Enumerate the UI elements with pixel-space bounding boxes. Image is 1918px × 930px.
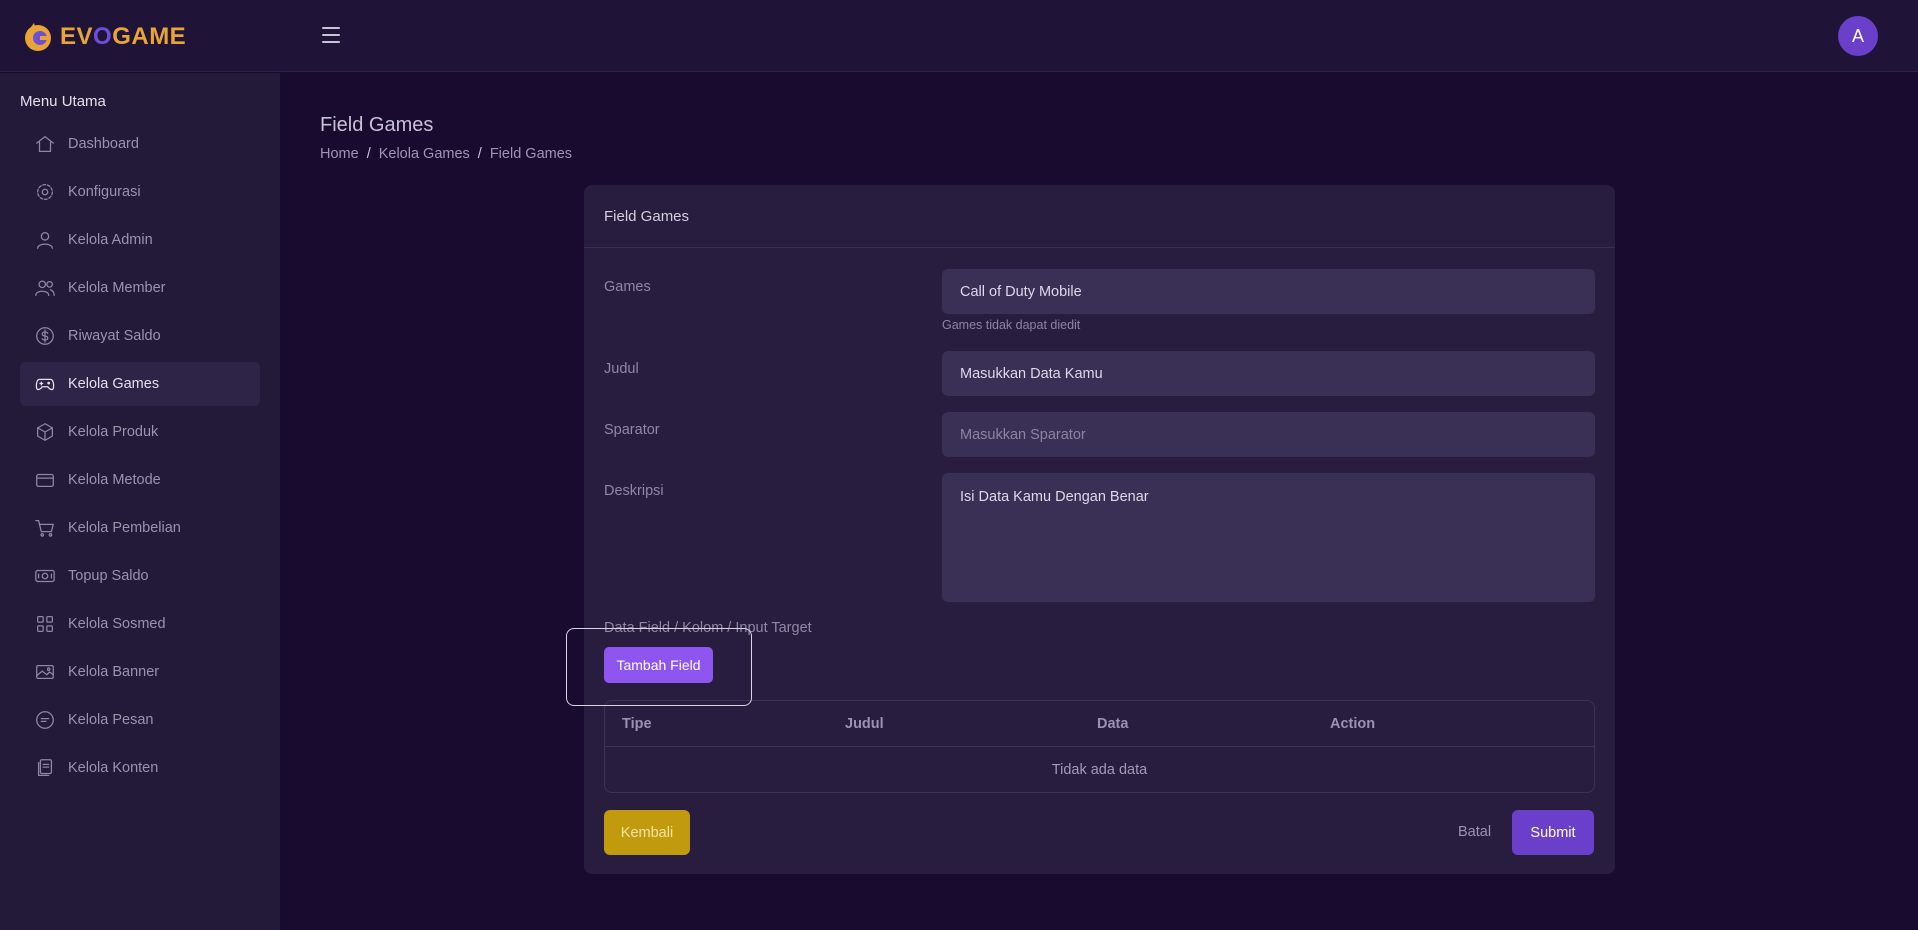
table-empty-row: Tidak ada data [1051,762,1148,778]
sidebar-menu: Dashboard Konfigurasi Kelola Admin Kelola M… [20,122,260,794]
judul-label: Judul [604,361,639,377]
data-field-label: Data Field / Kolom / Input Target [604,620,812,636]
box-icon [37,423,53,441]
sidebar-item-label: Riwayat Saldo [68,328,161,344]
sidebar-item-kelola-konten[interactable]: Kelola Konten [20,746,260,790]
sidebar-item-label: Kelola Banner [68,664,160,680]
sidebar-item-label: Kelola Member [68,280,166,296]
back-button[interactable]: Kembali [604,810,690,855]
games-field: Call of Duty Mobile [942,269,1595,314]
sidebar-item-topup-saldo[interactable]: Topup Saldo [20,554,260,598]
sidebar-item-kelola-member[interactable]: Kelola Member [20,266,260,310]
cash-icon [35,569,55,583]
breadcrumb-kelola-games[interactable]: Kelola Games [379,146,470,162]
gamepad-icon [35,378,55,391]
breadcrumb-home[interactable]: Home [320,146,359,162]
breadcrumb: Home / Kelola Games / Field Games [320,146,572,162]
sidebar: Menu Utama Dashboard Konfigurasi Kelola Ad… [0,73,280,930]
sidebar-item-label: Kelola Produk [68,424,159,440]
header-action: Action [1330,716,1376,732]
breadcrumb-current: Field Games [489,146,573,162]
field-games-card: Field Games Games Call of Duty Mobile Ga… [584,185,1615,874]
submit-button[interactable]: Submit [1512,810,1594,855]
sidebar-item-label: Dashboard [68,136,139,152]
header-tipe: Tipe [622,716,652,732]
sidebar-item-dashboard[interactable]: Dashboard [20,122,260,166]
games-label: Games [604,279,651,295]
home-icon [36,136,54,152]
sidebar-item-label: Kelola Pesan [68,712,154,728]
sidebar-item-kelola-pembelian[interactable]: Kelola Pembelian [20,506,260,550]
sparator-label: Sparator [604,422,660,438]
logo-text: EVOGAME [60,23,187,50]
sidebar-item-konfigurasi[interactable]: Konfigurasi [20,170,260,214]
header-data: Data [1097,716,1129,732]
image-icon [36,664,54,680]
grid-icon [37,616,53,632]
sidebar-item-label: Kelola Admin [68,232,153,248]
games-help-text: Games tidak dapat diedit [942,318,1081,332]
sidebar-item-label: Kelola Metode [68,472,161,488]
gear-icon [37,184,53,200]
breadcrumb-separator: / [366,146,371,162]
sidebar-heading: Menu Utama [20,93,106,110]
files-icon [37,759,53,776]
message-icon [36,711,54,729]
users-icon [35,280,55,296]
sidebar-item-kelola-sosmed[interactable]: Kelola Sosmed [20,602,260,646]
page-title: Field Games [320,114,434,136]
sidebar-item-riwayat-saldo[interactable]: Riwayat Saldo [20,314,260,358]
sidebar-item-kelola-banner[interactable]: Kelola Banner [20,650,260,694]
add-field-button[interactable]: Tambah Field [604,647,713,683]
sidebar-item-label: Konfigurasi [68,184,141,200]
card-icon [36,473,54,488]
deskripsi-textarea[interactable]: Isi Data Kamu Dengan Benar [942,473,1595,602]
user-icon [37,232,53,249]
sidebar-item-kelola-metode[interactable]: Kelola Metode [20,458,260,502]
avatar[interactable]: A [1838,16,1878,56]
breadcrumb-separator: / [477,146,482,162]
sidebar-item-kelola-games[interactable]: Kelola Games [20,362,260,406]
sidebar-item-label: Kelola Games [68,376,160,392]
card-title: Field Games [584,185,1615,248]
sidebar-item-label: Kelola Pembelian [68,520,181,536]
sidebar-item-label: Kelola Konten [68,760,159,776]
sidebar-item-kelola-produk[interactable]: Kelola Produk [20,410,260,454]
top-bar: EVOGAME A [0,0,1918,72]
sidebar-item-kelola-admin[interactable]: Kelola Admin [20,218,260,262]
menu-toggle-icon[interactable] [322,27,340,43]
sidebar-item-label: Kelola Sosmed [68,616,166,632]
cart-icon [35,520,54,537]
header-judul: Judul [845,716,884,732]
logo-mark-icon [25,23,51,51]
deskripsi-label: Deskripsi [604,483,664,499]
logo[interactable]: EVOGAME [22,20,186,54]
judul-input[interactable]: Masukkan Data Kamu [942,351,1595,396]
sidebar-item-kelola-pesan[interactable]: Kelola Pesan [20,698,260,742]
sparator-input[interactable]: Masukkan Sparator [942,412,1595,457]
cancel-button[interactable]: Batal [1458,824,1491,840]
table-header: Tipe Judul Data Action [605,701,1594,747]
dollar-icon [36,327,54,345]
fields-table: Tipe Judul Data Action Tidak ada data [604,700,1595,793]
sidebar-item-label: Topup Saldo [68,568,149,584]
